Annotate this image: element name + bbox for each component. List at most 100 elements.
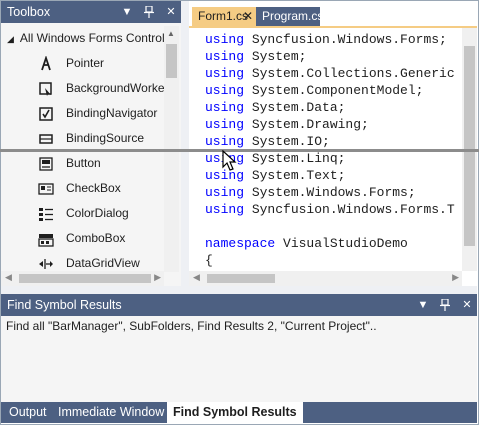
code-text: System.Collections.Generic <box>244 66 455 81</box>
code-editor: Form1.cs ✕ Program.cs using Syncfusion.W… <box>189 1 477 286</box>
binding-source-icon <box>38 131 54 147</box>
code-line[interactable]: using System.Text; <box>205 167 455 184</box>
toolbox-item-bindingnavigator[interactable]: BindingNavigator <box>1 101 165 126</box>
pointer-icon <box>38 55 54 72</box>
tab-immediate-window[interactable]: Immediate Window <box>58 402 164 423</box>
toolbox-items: Pointer BackgroundWorker BindingNavigato… <box>1 51 169 276</box>
toolbox-item-combobox[interactable]: ComboBox <box>1 226 165 251</box>
toolbox-item-label: BackgroundWorker <box>66 81 169 95</box>
code-keyword: using <box>205 49 245 64</box>
dropdown-icon[interactable]: ▼ <box>417 298 429 312</box>
scrollbar-thumb[interactable] <box>166 44 177 78</box>
close-icon[interactable]: ✕ <box>461 298 473 312</box>
code-text: System.Linq; <box>244 151 346 166</box>
code-line[interactable]: using Syncfusion.Windows.Forms.T <box>205 201 455 218</box>
toolbox-item-label: Button <box>66 156 101 170</box>
code-line[interactable]: using System; <box>205 48 455 65</box>
code-line[interactable] <box>205 218 455 235</box>
code-line[interactable]: using System.Windows.Forms; <box>205 184 455 201</box>
code-keyword: using <box>205 100 245 115</box>
toolbox-item-label: Pointer <box>66 56 105 70</box>
toolbox-item-pointer[interactable]: Pointer <box>1 51 165 76</box>
toolbox-item-label: ComboBox <box>66 231 126 245</box>
drag-guide-line <box>0 149 479 152</box>
toolbox-item-backgroundworker[interactable]: BackgroundWorker <box>1 76 169 101</box>
code-text: System.Text; <box>244 168 346 183</box>
combobox-icon <box>38 231 54 247</box>
code-keyword: using <box>205 117 245 132</box>
results-text: Find all "BarManager", SubFolders, Find … <box>6 319 377 333</box>
binding-navigator-icon <box>38 106 54 122</box>
scroll-left-icon[interactable]: ◀ <box>193 272 200 283</box>
code-keyword: namespace <box>205 236 276 251</box>
editor-horizontal-scrollbar[interactable]: ◀ ▶ <box>189 271 462 286</box>
toolbox-item-label: ColorDialog <box>66 206 129 220</box>
toolbox-item-label: DataGridView <box>66 256 140 270</box>
scroll-right-icon[interactable]: ▶ <box>154 272 161 283</box>
toolbox-panel: Toolbox ▼ ✕ ◢ All Windows Forms Control P… <box>1 1 181 286</box>
checkbox-icon <box>38 181 54 197</box>
toolbox-item-button[interactable]: Button <box>1 151 165 176</box>
tab-form1[interactable]: Form1.cs ✕ <box>192 7 256 26</box>
code-text: System; <box>244 49 307 64</box>
code-text: Syncfusion.Windows.Forms.T <box>244 202 455 217</box>
scroll-right-icon[interactable]: ▶ <box>452 272 459 283</box>
color-dialog-icon <box>38 206 54 222</box>
pin-icon[interactable] <box>143 5 155 19</box>
scroll-up-icon[interactable]: ▲ <box>167 29 175 38</box>
code-line[interactable]: using System.IO; <box>205 133 455 150</box>
code-keyword: using <box>205 202 245 217</box>
vertical-splitter[interactable] <box>181 1 189 287</box>
code-keyword: using <box>205 83 245 98</box>
tab-find-symbol-results[interactable]: Find Symbol Results <box>167 402 303 423</box>
toolbox-item-label: BindingNavigator <box>66 106 158 120</box>
code-keyword: using <box>205 134 245 149</box>
code-line[interactable]: using System.Linq; <box>205 150 455 167</box>
code-line[interactable]: { <box>205 252 455 269</box>
scrollbar-thumb[interactable] <box>464 46 475 246</box>
toolbox-title-bar: Toolbox ▼ ✕ <box>1 1 181 23</box>
toolbox-item-label: CheckBox <box>66 181 121 195</box>
code-line[interactable]: using System.ComponentModel; <box>205 82 455 99</box>
scroll-left-icon[interactable]: ◀ <box>5 272 12 283</box>
scrollbar-thumb[interactable] <box>19 274 151 283</box>
close-tab-icon[interactable]: ✕ <box>243 7 253 26</box>
tab-label: Program.cs <box>262 9 324 23</box>
code-line[interactable]: using System.Data; <box>205 99 455 116</box>
toolbox-item-checkbox[interactable]: CheckBox <box>1 176 165 201</box>
code-text: System.Windows.Forms; <box>244 185 416 200</box>
button-icon <box>38 156 54 172</box>
toolbox-category[interactable]: ◢ All Windows Forms Control <box>7 31 165 45</box>
background-worker-icon <box>38 81 54 97</box>
code-text: Syncfusion.Windows.Forms; <box>244 32 447 47</box>
pin-icon[interactable] <box>439 298 451 312</box>
code-line[interactable]: namespace VisualStudioDemo <box>205 235 455 252</box>
toolbox-item-label: BindingSource <box>66 131 145 145</box>
code-keyword: using <box>205 66 245 81</box>
scrollbar-thumb[interactable] <box>207 274 275 283</box>
code-keyword: using <box>205 32 245 47</box>
tab-program[interactable]: Program.cs <box>256 7 324 26</box>
collapse-triangle-icon: ◢ <box>7 34 14 44</box>
code-line[interactable]: using System.Collections.Generic <box>205 65 455 82</box>
category-label: All Windows Forms Control <box>19 31 165 45</box>
toolbox-item-colordialog[interactable]: ColorDialog <box>1 201 165 226</box>
code-line[interactable]: using System.Drawing; <box>205 116 455 133</box>
horizontal-splitter[interactable] <box>1 286 477 294</box>
toolbox-horizontal-scrollbar[interactable]: ◀ ▶ <box>1 271 164 286</box>
code-text: { <box>205 253 213 268</box>
results-title: Find Symbol Results <box>7 298 122 312</box>
bottom-tab-strip: Output Immediate Window Find Symbol Resu… <box>1 402 477 423</box>
dropdown-icon[interactable]: ▼ <box>121 5 133 19</box>
tab-output[interactable]: Output <box>9 402 47 423</box>
code-text: System.IO; <box>244 134 330 149</box>
code-line[interactable]: using Syncfusion.Windows.Forms; <box>205 31 455 48</box>
editor-tabs: Form1.cs ✕ Program.cs <box>189 1 477 28</box>
find-symbol-results-panel: Find Symbol Results ▼ ✕ Find all "BarMan… <box>1 294 477 402</box>
tab-label: Form1.cs <box>198 9 249 23</box>
toolbox-item-bindingsource[interactable]: BindingSource <box>1 126 165 151</box>
close-icon[interactable]: ✕ <box>165 5 177 19</box>
results-title-bar: Find Symbol Results ▼ ✕ <box>1 294 477 316</box>
code-keyword: using <box>205 185 245 200</box>
datagridview-icon <box>38 256 54 272</box>
